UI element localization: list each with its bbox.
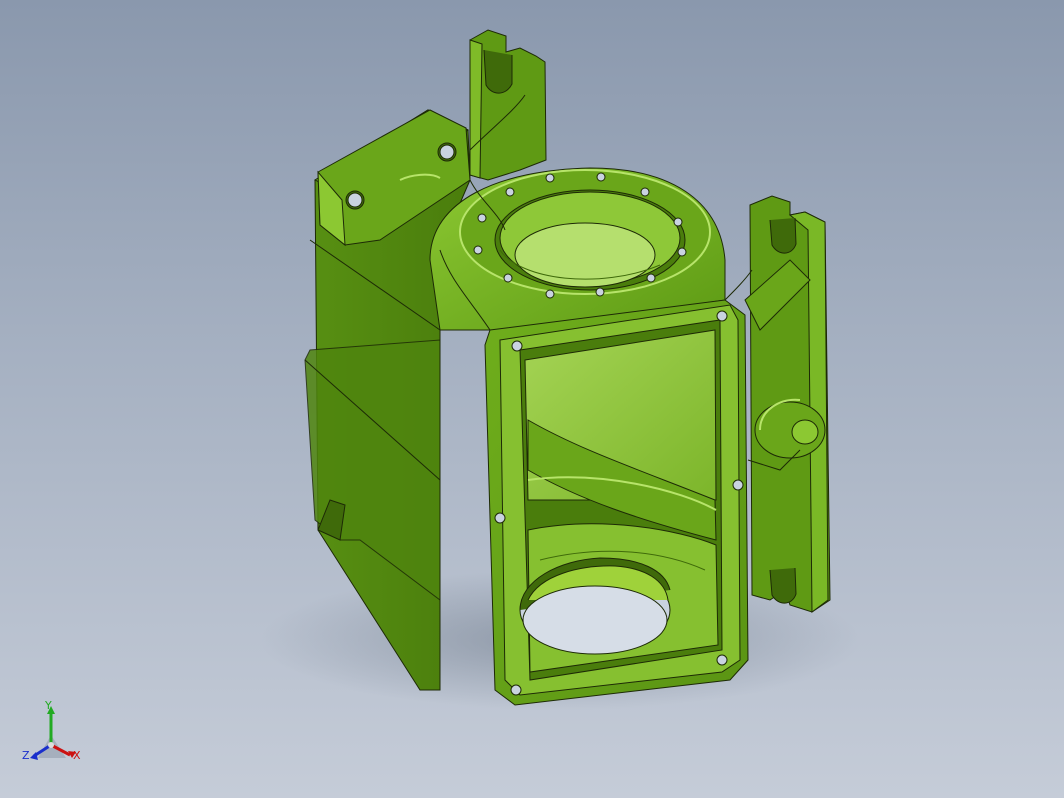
triad-y-label: Y [45, 699, 52, 712]
rear-mounting-lug[interactable] [469, 29, 547, 181]
front-window-frame[interactable] [484, 299, 749, 706]
3d-model-housing[interactable] [0, 0, 1064, 798]
right-mounting-bracket[interactable] [744, 195, 831, 613]
triad-z-label: Z [22, 749, 30, 762]
orientation-triad[interactable]: Y X Z [18, 700, 88, 770]
triad-x-label: X [73, 749, 81, 762]
graphics-viewport[interactable]: Y X Z [0, 0, 1064, 798]
